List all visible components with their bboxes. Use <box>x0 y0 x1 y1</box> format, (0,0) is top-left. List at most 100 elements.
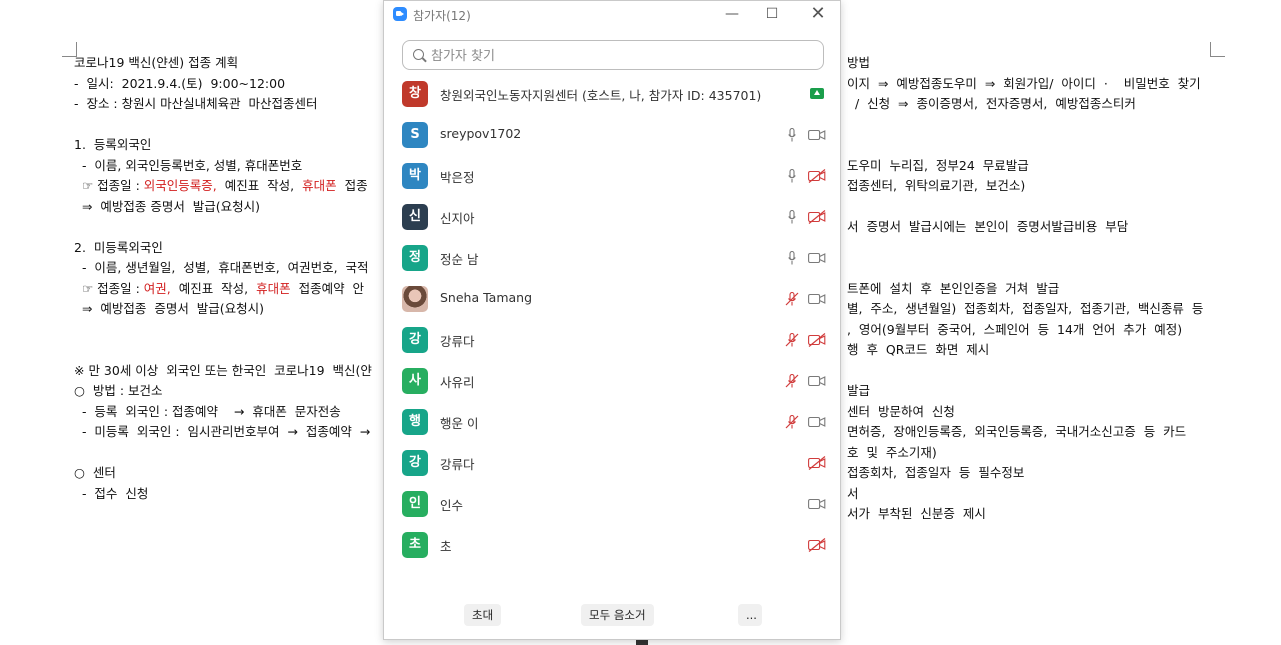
video-camera-off-icon[interactable] <box>808 537 826 552</box>
document-line: 별, 주소, 생년월일) 접종회차, 접종일자, 접종기관, 백신종류 등 <box>847 301 1204 316</box>
video-camera-off-icon[interactable] <box>808 455 826 470</box>
document-line: 행 후 QR코드 화면 제시 <box>847 342 990 357</box>
avatar: 인 <box>402 491 428 517</box>
document-line: ⇒ 예방접종 증명서 발급(요청시) <box>74 301 265 316</box>
avatar: 초 <box>402 532 428 558</box>
close-icon: ✕ <box>810 3 826 24</box>
minimize-button[interactable]: — <box>718 3 746 25</box>
search-input[interactable] <box>429 45 813 67</box>
maximize-button[interactable]: ☐ <box>758 3 786 25</box>
document-line: - 미등록 외국인 : 임시관리번호부여 → 접종예약 → <box>74 424 371 439</box>
participant-name: Sneha Tamang <box>440 290 532 305</box>
participant-row[interactable]: 박 박은정 <box>384 155 840 196</box>
crop-mark-right <box>1210 42 1225 57</box>
search-icon <box>413 49 424 60</box>
microphone-muted-icon[interactable] <box>785 332 799 347</box>
participant-name-text: sreypov1702 <box>440 126 522 141</box>
video-camera-icon[interactable] <box>808 496 826 510</box>
participant-row[interactable]: Sneha Tamang <box>384 278 840 319</box>
participant-name-text: 행운 이 <box>440 416 479 431</box>
document-line: / 신청 ⇒ 종이증명서, 전자증명서, 예방접종스티커 <box>847 96 1136 111</box>
participant-search[interactable] <box>402 40 824 70</box>
participant-name-text: 인수 <box>440 498 464 513</box>
document-line: 서 <box>847 485 859 501</box>
document-line: ☞ 접종일 : 외국인등록증, 예진표 작성, 휴대폰 접종 <box>74 178 368 193</box>
participant-row[interactable]: 강 강류다 <box>384 319 840 360</box>
participant-row[interactable]: 창 창원외국인노동자지원센터 (호스트, 나, 참가자 ID: 435701) <box>384 73 840 114</box>
participant-name: 박은정 <box>440 167 475 186</box>
avatar: 강 <box>402 450 428 476</box>
video-camera-off-icon[interactable] <box>808 332 826 347</box>
participant-row[interactable]: 사 사유리 <box>384 360 840 401</box>
participant-name: 강류다 <box>440 454 475 473</box>
participant-row[interactable]: 신 신지아 <box>384 196 840 237</box>
document-line: - 접수 신청 <box>74 485 149 501</box>
avatar: 행 <box>402 409 428 435</box>
participant-row[interactable]: Ssreypov1702 <box>384 114 840 155</box>
video-camera-icon[interactable] <box>808 250 826 264</box>
document-line: 접종회차, 접종일자 등 필수정보 <box>847 465 1025 480</box>
footer-bar: 초대 모두 음소거 ... <box>384 601 840 629</box>
avatar: 강 <box>402 327 428 353</box>
close-button[interactable]: ✕ <box>804 3 832 25</box>
mute-all-button[interactable]: 모두 음소거 <box>581 604 654 626</box>
participant-row[interactable]: 초초 <box>384 524 840 565</box>
microphone-muted-icon[interactable] <box>785 373 799 388</box>
participant-name: 행운 이 <box>440 413 478 432</box>
avatar: 박 <box>402 163 428 189</box>
document-line: 서 증명서 발급시에는 본인이 증명서발급비용 부담 <box>847 219 1129 234</box>
microphone-icon[interactable] <box>788 209 796 224</box>
document-line: , 영어(9월부터 중국어, 스페인어 등 14개 언어 추가 예정) <box>847 321 1183 337</box>
document-line: - 등록 외국인 : 접종예약 → 휴대폰 문자전송 <box>74 403 341 419</box>
participant-id-text: ID: 435701) <box>683 88 762 103</box>
participant-name: sreypov1702 <box>440 126 521 141</box>
document-line: - 일시: 2021.9.4.(토) 9:00~12:00 <box>74 75 286 91</box>
document-line: ☞ 접종일 : 여권, 예진표 작성, 휴대폰 접종예약 안 <box>74 280 365 296</box>
document-line: - 이름, 생년월일, 성별, 휴대폰번호, 여권번호, 국적 <box>74 260 369 275</box>
participant-name: 강류다 <box>440 331 475 350</box>
participant-row[interactable]: 행 행운 이 <box>384 401 840 442</box>
video-camera-icon[interactable] <box>808 127 826 141</box>
avatar: 창 <box>402 81 428 107</box>
microphone-muted-icon[interactable] <box>785 414 799 429</box>
participant-name-text: 창원외국인노동자지원센터 (호스트, 나, 참가자 <box>440 88 684 103</box>
window-title: 참가자(12) <box>413 9 471 23</box>
video-camera-icon[interactable] <box>808 291 826 305</box>
participant-list: 창 창원외국인노동자지원센터 (호스트, 나, 참가자 ID: 435701) Ss… <box>384 73 840 565</box>
video-camera-off-icon[interactable] <box>808 168 826 183</box>
share-screen-icon <box>810 88 824 99</box>
microphone-icon[interactable] <box>788 250 796 265</box>
invite-button[interactable]: 초대 <box>464 604 502 626</box>
document-line: - 장소 : 창원시 마산실내체육관 마산접종센터 <box>74 96 318 111</box>
more-button[interactable]: ... <box>738 604 762 626</box>
video-camera-icon[interactable] <box>808 373 826 387</box>
document-line: 도우미 누리집, 정부24 무료발급 <box>847 157 1029 173</box>
document-line: ⇒ 예방접종 증명서 발급(요청시) <box>74 198 261 214</box>
document-line: 센터 방문하여 신청 <box>847 403 955 419</box>
video-camera-icon[interactable] <box>808 414 826 428</box>
document-line: 2. 미등록외국인 <box>74 239 163 255</box>
video-camera-off-icon[interactable] <box>808 209 826 224</box>
avatar: S <box>402 122 428 148</box>
document-line: ※ 만 30세 이상 외국인 또는 한국인 코로나19 백신(얀 <box>74 362 372 378</box>
document-line: - 이름, 외국인등록번호, 성별, 휴대폰번호 <box>74 157 303 173</box>
participant-name: 신지아 <box>440 208 475 227</box>
title-bar[interactable]: 참가자(12) — ☐ ✕ <box>384 1 840 29</box>
participant-name: 사유리 <box>440 372 475 391</box>
participant-name-text: 박은정 <box>440 170 475 185</box>
document-line: 호 및 주소기재) <box>847 444 937 460</box>
participant-row[interactable]: 강 강류다 <box>384 442 840 483</box>
microphone-muted-icon[interactable] <box>785 291 799 306</box>
document-line: 면허증, 장애인등록증, 외국인등록증, 국내거소신고증 등 카드 <box>847 424 1187 439</box>
document-line: 코로나19 백신(얀센) 접종 계획 <box>74 55 239 70</box>
participant-name-text: 초 <box>440 539 452 554</box>
participant-name-text: 신지아 <box>440 211 475 226</box>
participant-row[interactable]: 인 인수 <box>384 483 840 524</box>
microphone-icon[interactable] <box>788 168 796 183</box>
participants-window: 참가자(12) — ☐ ✕ 창 창원외국인노동자지원센터 (호스트, 나, 참가자… <box>383 0 841 640</box>
participant-name: 초 <box>440 536 452 555</box>
document-line: 접종센터, 위탁의료기관, 보건소) <box>847 178 1026 193</box>
microphone-icon[interactable] <box>788 127 796 142</box>
document-line: 서가 부착된 신분증 제시 <box>847 506 986 521</box>
participant-row[interactable]: 정 정순 남 <box>384 237 840 278</box>
